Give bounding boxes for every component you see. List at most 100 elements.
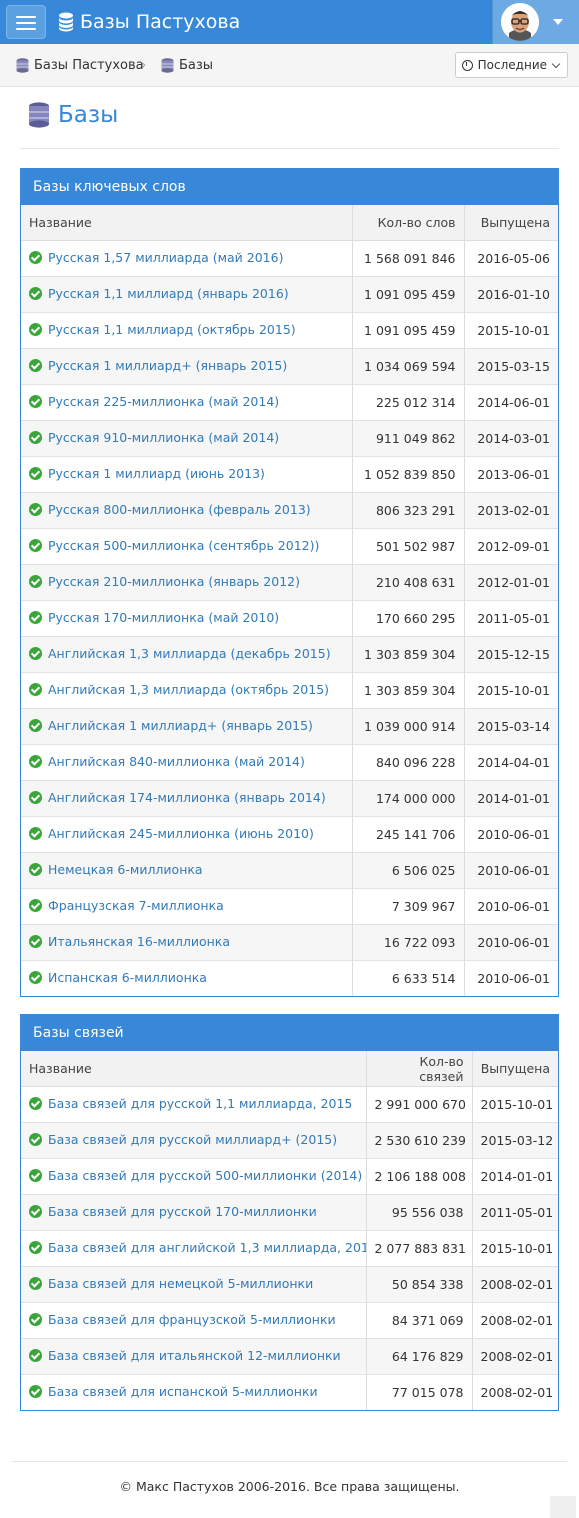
database-link[interactable]: База связей для английской 1,3 миллиарда… — [29, 1240, 365, 1255]
database-link[interactable]: Русская 800-миллионка (февраль 2013) — [29, 502, 311, 517]
cell-count: 2 530 610 239 — [366, 1122, 473, 1159]
cell-name: Немецкая 6-миллионка — [21, 852, 353, 889]
database-link[interactable]: Итальянская 16-миллионка — [29, 934, 230, 949]
cell-name: Итальянская 16-миллионка — [21, 924, 353, 961]
database-name: Русская 1,1 миллиард (октябрь 2015) — [48, 322, 296, 337]
scroll-to-top-button[interactable] — [550, 1496, 576, 1518]
breadcrumb-home[interactable]: Базы Пастухова — [16, 44, 144, 86]
database-link[interactable]: Английская 840-миллионка (май 2014) — [29, 754, 305, 769]
column-header-count[interactable]: Кол-во связей — [366, 1051, 473, 1087]
database-link[interactable]: Русская 225-миллионка (май 2014) — [29, 394, 279, 409]
cell-released: 2013-06-01 — [464, 456, 558, 493]
cell-count: 806 323 291 — [352, 492, 465, 529]
database-link[interactable]: База связей для русской миллиард+ (2015) — [29, 1132, 337, 1147]
cell-released: 2014-03-01 — [464, 420, 558, 457]
cell-released: 2014-01-01 — [464, 780, 558, 817]
table-row: Немецкая 6-миллионка 6 506 025 2010-06-01 — [21, 852, 558, 889]
cell-released: 2016-01-10 — [464, 276, 558, 313]
check-circle-icon — [29, 791, 42, 804]
hamburger-icon — [16, 16, 36, 18]
table-row: Французская 7-миллионка 7 309 967 2010-06-… — [21, 888, 558, 925]
footer-copyright: © Макс Пастухов 2006-2016. Все права защ… — [119, 1479, 460, 1494]
check-circle-icon — [29, 1205, 42, 1218]
cell-released: 2012-09-01 — [464, 528, 558, 565]
database-link[interactable]: Русская 1,1 миллиард (январь 2016) — [29, 286, 289, 301]
database-name: Русская 800-миллионка (февраль 2013) — [48, 502, 311, 517]
cell-count: 501 502 987 — [352, 528, 465, 565]
cell-released: 2015-10-01 — [472, 1086, 558, 1123]
database-link[interactable]: Немецкая 6-миллионка — [29, 862, 203, 877]
database-link[interactable]: Английская 174-миллионка (январь 2014) — [29, 790, 326, 805]
table-row: Испанская 6-миллионка 6 633 514 2010-06-01 — [21, 960, 558, 996]
chevron-down-icon — [551, 59, 561, 68]
database-link[interactable]: Русская 910-миллионка (май 2014) — [29, 430, 279, 445]
database-link[interactable]: База связей для французской 5-миллионки — [29, 1312, 336, 1327]
database-link[interactable]: Русская 1,57 миллиарда (май 2016) — [29, 250, 283, 265]
cell-name: Английская 174-миллионка (январь 2014) — [21, 780, 353, 817]
database-link[interactable]: База связей для русской 500-миллионки (2… — [29, 1168, 362, 1183]
check-circle-icon — [29, 611, 42, 624]
column-header-released[interactable]: Выпущена — [472, 1051, 558, 1087]
database-link[interactable]: Французская 7-миллионка — [29, 898, 224, 913]
column-header-count[interactable]: Кол-во слов — [352, 205, 465, 241]
database-link[interactable]: База связей для испанской 5-миллионки — [29, 1384, 318, 1399]
column-header-released[interactable]: Выпущена — [464, 205, 558, 241]
cell-count: 50 854 338 — [366, 1266, 473, 1303]
table-row: Английская 174-миллионка (январь 2014) 17… — [21, 780, 558, 817]
database-link[interactable]: База связей для немецкой 5-миллионки — [29, 1276, 313, 1291]
database-link[interactable]: Русская 210-миллионка (январь 2012) — [29, 574, 300, 589]
breadcrumb-home-link[interactable]: Базы Пастухова — [34, 58, 144, 73]
table-row: Английская 1,3 миллиарда (декабрь 2015) 1… — [21, 636, 558, 673]
database-link[interactable]: Русская 170-миллионка (май 2010) — [29, 610, 279, 625]
check-circle-icon — [29, 683, 42, 696]
database-name: База связей для русской 1,1 миллиарда, 2… — [48, 1096, 353, 1111]
menu-toggle-button[interactable] — [6, 5, 46, 39]
cell-count: 170 660 295 — [352, 600, 465, 637]
recent-dropdown-button[interactable]: Последние — [454, 52, 568, 78]
database-name: Английская 1,3 миллиарда (октябрь 2015) — [48, 682, 330, 697]
cell-name: Испанская 6-миллионка — [21, 960, 353, 996]
table-header-row: Название Кол-во слов Выпущена — [21, 205, 558, 241]
cell-released: 2010-06-01 — [464, 816, 558, 853]
cell-released: 2015-03-15 — [464, 348, 558, 385]
cell-released: 2008-02-01 — [472, 1266, 558, 1303]
avatar — [501, 3, 539, 41]
database-link[interactable]: Испанская 6-миллионка — [29, 970, 207, 985]
table-row: База связей для русской миллиард+ (2015)… — [21, 1122, 558, 1159]
check-circle-icon — [29, 1349, 42, 1362]
check-circle-icon — [29, 863, 42, 876]
table-row: Английская 1 миллиард+ (январь 2015) 1 03… — [21, 708, 558, 745]
column-header-name[interactable]: Название — [21, 205, 353, 241]
database-link[interactable]: Русская 1 миллиард (июнь 2013) — [29, 466, 265, 481]
database-name: Русская 225-миллионка (май 2014) — [48, 394, 280, 409]
table-row: База связей для русской 500-миллионки (2… — [21, 1158, 558, 1195]
database-link[interactable]: Английская 1 миллиард+ (январь 2015) — [29, 718, 313, 733]
database-link[interactable]: Русская 1 миллиард+ (январь 2015) — [29, 358, 287, 373]
cell-name: Русская 210-миллионка (январь 2012) — [21, 564, 353, 601]
database-link[interactable]: Русская 500-миллионка (сентябрь 2012)) — [29, 538, 319, 553]
cell-count: 225 012 314 — [352, 384, 465, 421]
cell-released: 2010-06-01 — [464, 852, 558, 889]
database-link[interactable]: Английская 245-миллионка (июнь 2010) — [29, 826, 314, 841]
cell-released: 2008-02-01 — [472, 1338, 558, 1375]
database-name: База связей для русской 500-миллионки (2… — [48, 1168, 363, 1183]
database-name: Русская 910-миллионка (май 2014) — [48, 430, 280, 445]
brand-link[interactable]: Базы Пастухова — [58, 0, 240, 44]
table-row: Русская 800-миллионка (февраль 2013) 806 … — [21, 492, 558, 529]
keywords-panel: Базы ключевых слов Название Кол-во слов … — [20, 168, 559, 997]
table-row: Английская 245-миллионка (июнь 2010) 245 … — [21, 816, 558, 853]
database-name: База связей для французской 5-миллионки — [48, 1312, 336, 1327]
cell-released: 2010-06-01 — [464, 960, 558, 996]
column-header-name[interactable]: Название — [21, 1051, 367, 1087]
database-link[interactable]: Английская 1,3 миллиарда (октябрь 2015) — [29, 682, 329, 697]
database-link[interactable]: Английская 1,3 миллиарда (декабрь 2015) — [29, 646, 331, 661]
database-link[interactable]: База связей для русской 1,1 миллиарда, 2… — [29, 1096, 352, 1111]
table-header-row: Название Кол-во связей Выпущена — [21, 1051, 558, 1087]
database-link[interactable]: Русская 1,1 миллиард (октябрь 2015) — [29, 322, 296, 337]
user-menu-button[interactable] — [492, 0, 579, 44]
database-name: Русская 1,1 миллиард (январь 2016) — [48, 286, 289, 301]
table-row: Русская 1 миллиард+ (январь 2015) 1 034 0… — [21, 348, 558, 385]
database-link[interactable]: База связей для русской 170-миллионки — [29, 1204, 317, 1219]
chevron-right-icon: › — [141, 58, 147, 73]
database-link[interactable]: База связей для итальянской 12-миллионки — [29, 1348, 341, 1363]
